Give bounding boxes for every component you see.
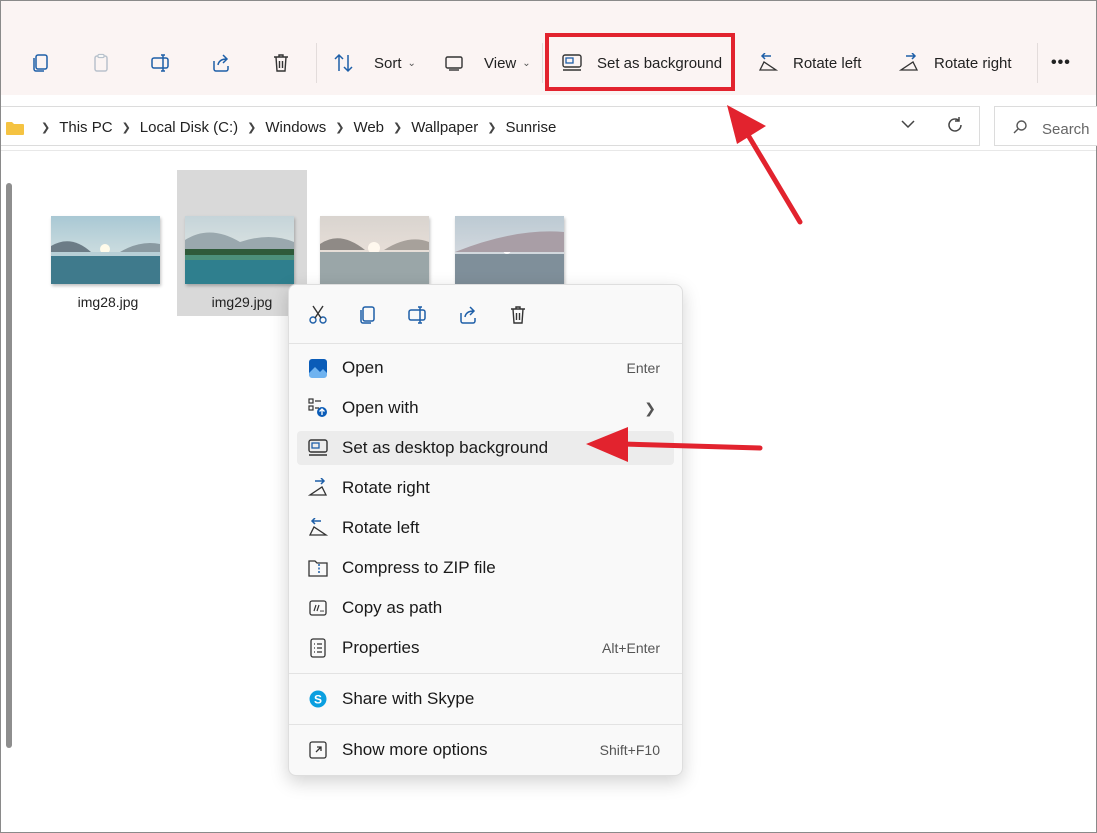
file-tile[interactable]: img28.jpg: [43, 170, 173, 316]
breadcrumb-sunrise[interactable]: Sunrise: [505, 119, 556, 136]
menu-item-compress-zip[interactable]: Compress to ZIP file: [297, 551, 674, 585]
show-more-icon: [307, 739, 329, 761]
refresh-button[interactable]: [946, 116, 964, 138]
view-icon: [434, 45, 474, 81]
folder-icon: [6, 121, 24, 135]
menu-item-properties[interactable]: Properties Alt+Enter: [297, 631, 674, 665]
paste-icon: [81, 45, 121, 81]
refresh-icon: [948, 117, 962, 132]
menu-item-show-more-options[interactable]: Show more options Shift+F10: [297, 733, 674, 767]
annotation-highlight-box: [545, 33, 735, 91]
breadcrumb-web[interactable]: Web: [353, 119, 384, 136]
open-with-icon: [307, 397, 329, 419]
rename-icon[interactable]: [405, 302, 431, 328]
breadcrumb-windows[interactable]: Windows: [265, 119, 326, 136]
menu-item-open-with[interactable]: Open with ❯: [297, 391, 674, 425]
context-menu: Open Enter Open with ❯ Set as desktop ba…: [288, 284, 683, 776]
menu-item-rotate-right[interactable]: Rotate right: [297, 471, 674, 505]
sort-icon: [324, 45, 364, 81]
breadcrumb-this-pc[interactable]: This PC: [59, 119, 112, 136]
image-thumbnail: [320, 216, 429, 284]
rotate-right-button[interactable]: Rotate right: [894, 45, 1012, 81]
image-thumbnail: [185, 216, 294, 284]
chevron-right-icon: ❯: [121, 122, 131, 134]
sort-button[interactable]: Sort ⌄: [324, 45, 416, 81]
delete-icon: [261, 45, 301, 81]
delete-icon[interactable]: [505, 302, 531, 328]
menu-item-rotate-left[interactable]: Rotate left: [297, 511, 674, 545]
chevron-right-icon: ❯: [247, 122, 257, 134]
more-options-button[interactable]: •••: [1051, 45, 1071, 81]
context-quick-actions: [289, 285, 682, 343]
cut-icon[interactable]: [305, 302, 331, 328]
image-thumbnail: [455, 216, 564, 284]
wallpaper-icon: [307, 437, 329, 459]
photos-icon: [307, 357, 329, 379]
view-button[interactable]: View ⌄: [434, 45, 531, 81]
delete-button[interactable]: [261, 45, 301, 81]
copy-path-icon: [307, 597, 329, 619]
breadcrumb: ❯ This PC ❯ Local Disk (C:) ❯ Windows ❯ …: [6, 119, 556, 136]
menu-item-copy-as-path[interactable]: Copy as path: [297, 591, 674, 625]
rotate-right-icon: [307, 477, 329, 499]
search-input[interactable]: Search: [1042, 121, 1090, 138]
image-thumbnail: [51, 216, 160, 284]
paste-button[interactable]: [81, 45, 121, 81]
menu-item-open[interactable]: Open Enter: [297, 351, 674, 385]
chevron-right-icon: ❯: [335, 122, 345, 134]
rotate-left-button[interactable]: Rotate left: [753, 45, 861, 81]
copy-button[interactable]: [21, 45, 61, 81]
breadcrumb-local-disk[interactable]: Local Disk (C:): [140, 119, 238, 136]
chevron-right-icon: ❯: [393, 122, 403, 134]
rotate-left-icon: [307, 517, 329, 539]
chevron-right-icon: ❯: [644, 399, 656, 416]
chevron-down-icon: [901, 120, 915, 129]
chevron-right-icon: ❯: [487, 122, 497, 134]
menu-item-set-desktop-background[interactable]: Set as desktop background: [297, 431, 674, 465]
menu-item-share-skype[interactable]: S Share with Skype: [297, 682, 674, 716]
skype-icon: S: [307, 688, 329, 710]
rename-icon: [141, 45, 181, 81]
copy-icon[interactable]: [355, 302, 381, 328]
svg-text:S: S: [314, 693, 322, 707]
search-icon: [1012, 119, 1028, 140]
rotate-right-icon: [894, 45, 924, 81]
address-history-dropdown[interactable]: [900, 116, 916, 136]
chevron-right-icon: ❯: [41, 122, 51, 134]
chevron-down-icon: ⌄: [407, 57, 416, 69]
properties-icon: [307, 637, 329, 659]
copy-icon: [21, 45, 61, 81]
share-button[interactable]: [201, 45, 241, 81]
zip-folder-icon: [307, 557, 329, 579]
rotate-left-icon: [753, 45, 783, 81]
rename-button[interactable]: [141, 45, 181, 81]
chevron-down-icon: ⌄: [522, 57, 531, 69]
breadcrumb-wallpaper[interactable]: Wallpaper: [411, 119, 478, 136]
share-icon[interactable]: [455, 302, 481, 328]
share-icon: [201, 45, 241, 81]
file-name: img28.jpg: [77, 294, 139, 310]
scrollbar[interactable]: [6, 183, 12, 748]
